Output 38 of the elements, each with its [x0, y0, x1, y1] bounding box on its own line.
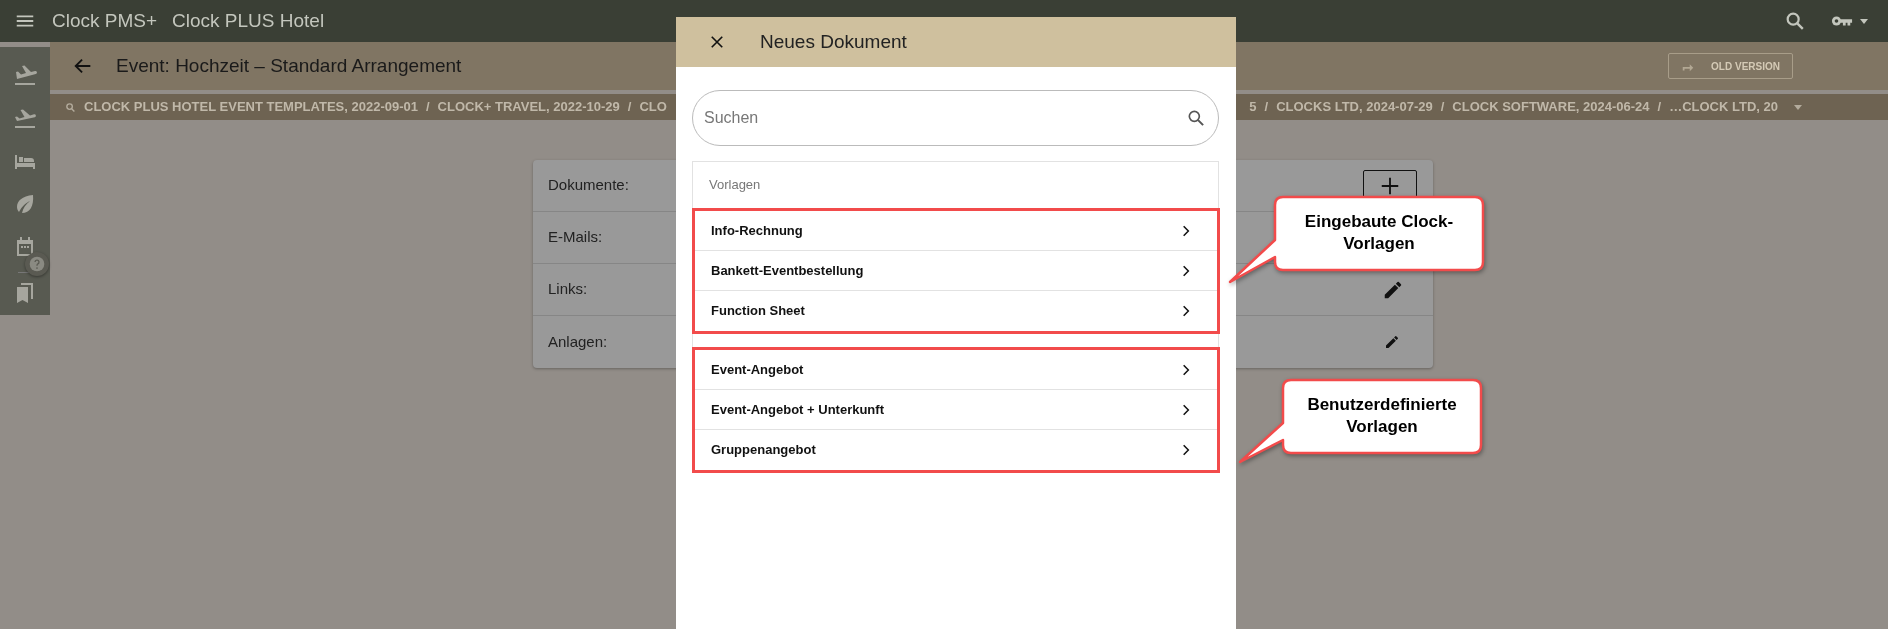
breadcrumb-item[interactable]: CLOCKS LTD, 2024-07-29 [1276, 97, 1433, 117]
search-icon[interactable] [1784, 10, 1806, 32]
field-label: Anlagen: [548, 331, 608, 352]
dialog-title: Neues Dokument [760, 29, 907, 54]
brand-title: Clock PMS+ [52, 8, 158, 33]
section-heading: Vorlagen [709, 176, 761, 195]
template-item[interactable]: Event-Angebot + Unterkunft [695, 390, 1217, 430]
search-icon [1186, 108, 1206, 128]
page-title: Event: Hochzeit – Standard Arrangement [116, 53, 462, 78]
close-icon[interactable] [708, 33, 726, 51]
field-label: Dokumente: [548, 175, 629, 196]
hotel-name[interactable]: Clock PLUS Hotel [172, 6, 325, 36]
search-icon [65, 101, 76, 113]
breadcrumb-separator: / [627, 98, 632, 117]
callout-text: Benutzerdefinierte Vorlagen [1306, 394, 1458, 439]
breadcrumb-item[interactable]: CLOCK PLUS HOTEL EVENT TEMPLATES, 2022-09-01 [84, 97, 418, 117]
template-item[interactable]: Bankett-Eventbestellung [695, 251, 1217, 291]
plane-landing-icon[interactable] [13, 63, 37, 87]
field-label: E-Mails: [548, 227, 603, 248]
search-field[interactable]: Suchen [692, 90, 1219, 146]
breadcrumb-separator: / [426, 98, 430, 117]
breadcrumb-separator: / [1657, 98, 1662, 117]
template-item[interactable]: Function Sheet [695, 291, 1217, 331]
breadcrumb-item[interactable]: 5 [1249, 97, 1257, 117]
template-item[interactable]: Gruppenangebot [695, 430, 1217, 470]
template-item[interactable]: Info-Rechnung [695, 211, 1217, 251]
breadcrumb-item[interactable]: CLO [639, 97, 667, 117]
help-icon [29, 256, 45, 272]
breadcrumb-item[interactable]: …CLOCK LTD, 20 [1669, 97, 1778, 117]
template-item[interactable]: Event-Angebot [695, 350, 1217, 390]
breadcrumb-item[interactable]: CLOCK+ TRAVEL, 2022-10-29 [437, 97, 620, 117]
breadcrumb-separator: / [1264, 98, 1269, 117]
breadcrumb-item[interactable]: CLOCK SOFTWARE, 2024-06-24 [1452, 97, 1650, 117]
breadcrumb-separator: / [1440, 98, 1445, 117]
old-version-button[interactable]: OLD VERSION [1668, 53, 1793, 79]
callout-text: Eingebaute Clock-Vorlagen [1303, 211, 1455, 256]
edit-icon[interactable] [1384, 334, 1400, 350]
field-label: Links: [548, 279, 588, 300]
